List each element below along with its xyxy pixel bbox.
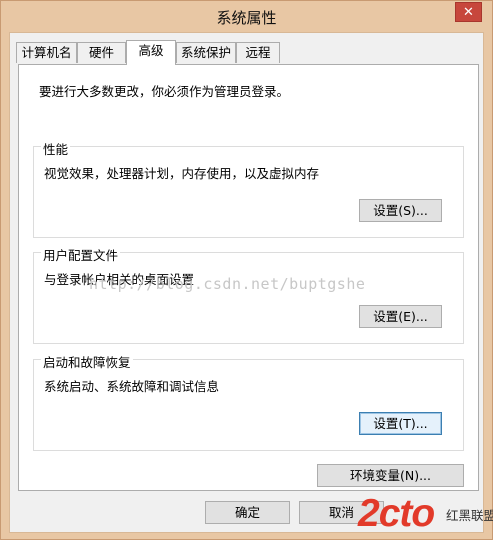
- startup-recovery-description: 系统启动、系统故障和调试信息: [44, 379, 220, 394]
- site-logo-brand: 2cto: [358, 492, 435, 535]
- blog-url-watermark: http://blog.csdn.net/buptgshe: [89, 275, 366, 293]
- user-profiles-settings-button[interactable]: 设置(E)...: [359, 305, 442, 328]
- title-bar[interactable]: 系统属性 ✕: [1, 1, 492, 32]
- environment-variables-button[interactable]: 环境变量(N)...: [317, 464, 464, 487]
- performance-group: 性能 视觉效果，处理器计划，内存使用，以及虚拟内存 设置(S)...: [33, 139, 464, 238]
- user-profiles-group-title: 用户配置文件: [41, 245, 121, 264]
- site-logo-text: 红黑联盟: [446, 508, 493, 523]
- tab-system-protection[interactable]: 系统保护: [176, 42, 236, 63]
- tab-computer-name[interactable]: 计算机名: [16, 42, 77, 63]
- window-title: 系统属性: [216, 9, 277, 27]
- tab-advanced[interactable]: 高级: [126, 40, 176, 65]
- startup-recovery-settings-button[interactable]: 设置(T)...: [359, 412, 442, 435]
- performance-group-title: 性能: [41, 139, 71, 158]
- tab-remote[interactable]: 远程: [236, 42, 280, 63]
- site-logo-watermark: 2cto 红黑联盟: [358, 492, 493, 540]
- startup-recovery-group-title: 启动和故障恢复: [41, 352, 133, 371]
- startup-recovery-group: 启动和故障恢复 系统启动、系统故障和调试信息 设置(T)...: [33, 352, 464, 451]
- tab-hardware[interactable]: 硬件: [77, 42, 126, 63]
- admin-notice: 要进行大多数更改，你必须作为管理员登录。: [39, 84, 290, 99]
- performance-settings-button[interactable]: 设置(S)...: [359, 199, 442, 222]
- system-properties-window: 系统属性 ✕ 计算机名 硬件 高级 系统保护 远程 要进行大多数更改，你必须作为…: [0, 0, 493, 540]
- close-button[interactable]: ✕: [455, 2, 482, 22]
- user-profiles-group: 用户配置文件 与登录帐户相关的桌面设置 设置(E)...: [33, 245, 464, 344]
- ok-button[interactable]: 确定: [205, 501, 290, 524]
- close-icon: ✕: [463, 5, 474, 20]
- performance-description: 视觉效果，处理器计划，内存使用，以及虚拟内存: [44, 166, 320, 181]
